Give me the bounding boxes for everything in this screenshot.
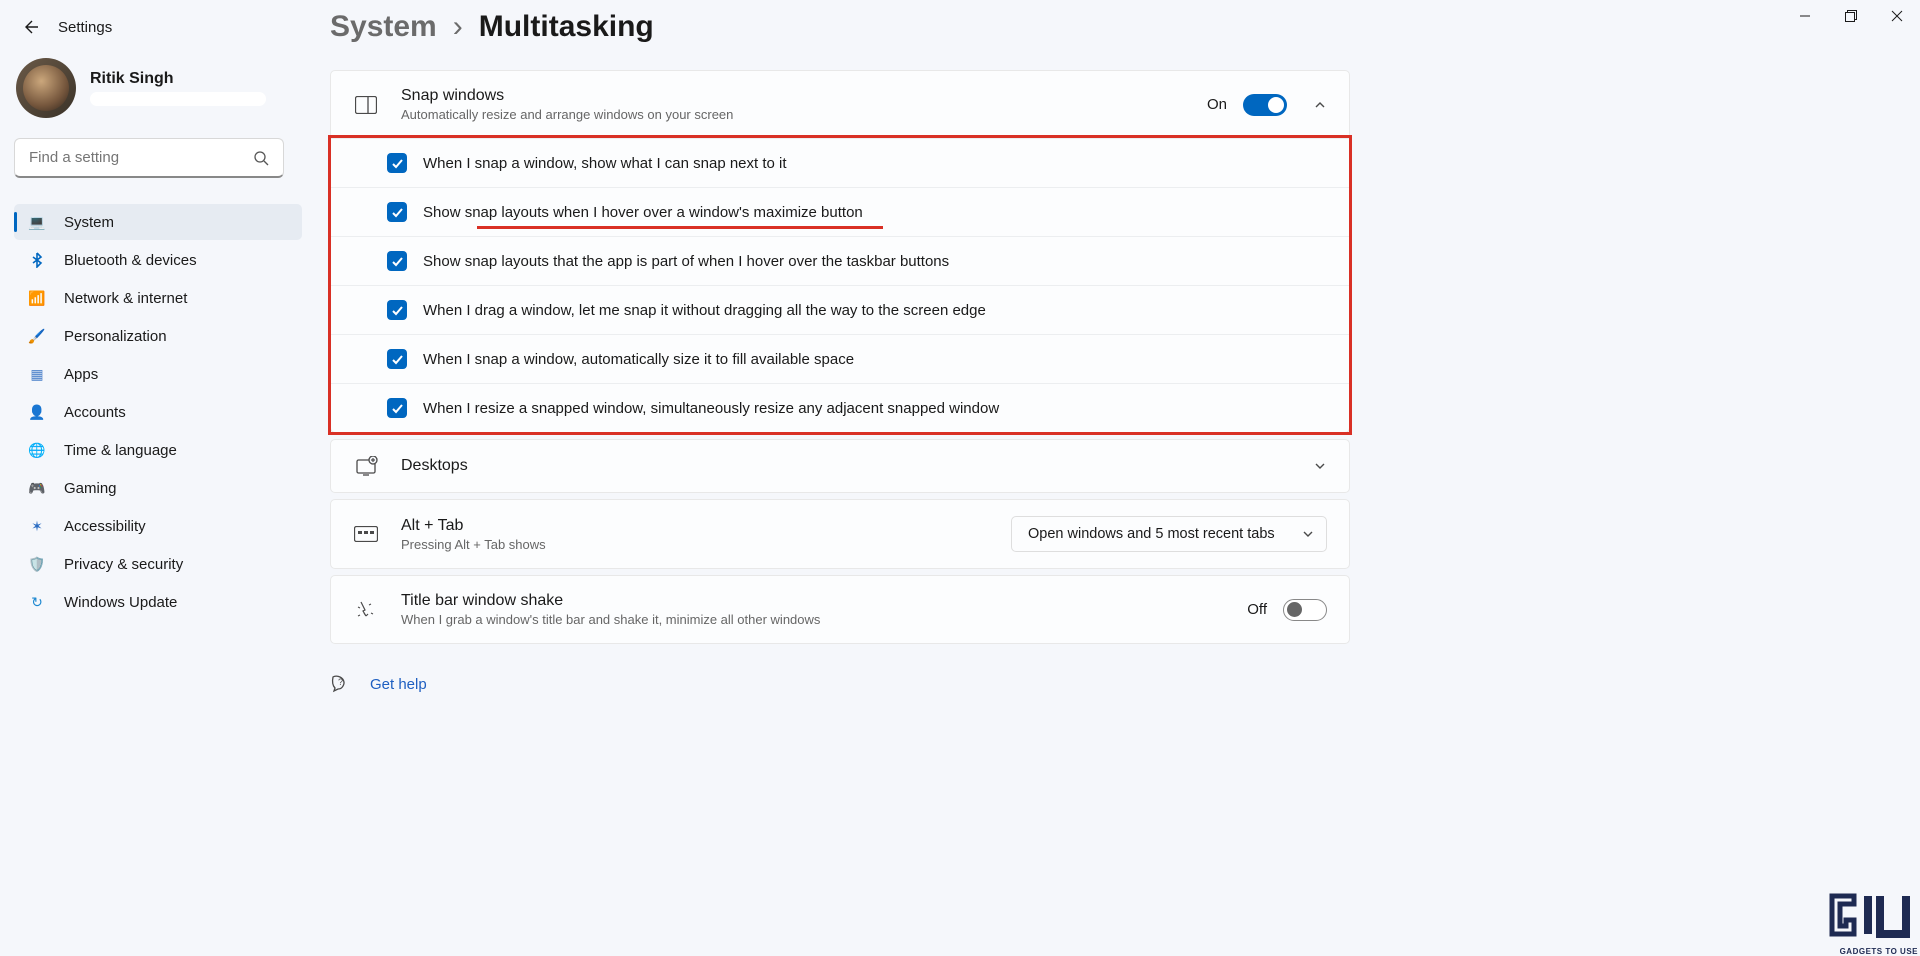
snap-option-label: When I drag a window, let me snap it wit… [423, 302, 986, 319]
watermark-logo: GADGETS TO USE [1826, 890, 1918, 956]
breadcrumb-current: Multitasking [479, 10, 654, 44]
sidebar-item-accessibility[interactable]: ✶ Accessibility [14, 508, 302, 544]
chevron-down-icon[interactable] [1313, 459, 1327, 473]
alt-tab-select[interactable]: Open windows and 5 most recent tabs [1011, 516, 1327, 552]
snap-option-label: Show snap layouts that the app is part o… [423, 253, 949, 270]
nav-icon: 📶 [28, 289, 46, 307]
nav-label: Bluetooth & devices [64, 252, 197, 269]
user-email-redacted [90, 92, 266, 106]
app-title: Settings [58, 19, 112, 36]
desktops-card[interactable]: Desktops [330, 439, 1350, 493]
checkbox[interactable] [387, 153, 407, 173]
snap-icon [353, 96, 379, 114]
nav-icon: 👤 [28, 403, 46, 421]
sidebar-item-system[interactable]: 💻 System [14, 204, 302, 240]
sidebar-item-windows-update[interactable]: ↻ Windows Update [14, 584, 302, 620]
shake-title: Title bar window shake [401, 592, 1247, 610]
chevron-up-icon[interactable] [1313, 98, 1327, 112]
search-icon [253, 150, 269, 166]
checkbox[interactable] [387, 349, 407, 369]
sidebar-item-privacy-security[interactable]: 🛡️ Privacy & security [14, 546, 302, 582]
nav-icon: 🌐 [28, 441, 46, 459]
checkbox[interactable] [387, 300, 407, 320]
shake-toggle-label: Off [1247, 601, 1267, 618]
snap-subtitle: Automatically resize and arrange windows… [401, 107, 1207, 122]
snap-option-row[interactable]: Show snap layouts that the app is part o… [331, 236, 1349, 285]
nav-label: Apps [64, 366, 98, 383]
back-button[interactable] [20, 17, 40, 37]
snap-toggle[interactable] [1243, 94, 1287, 116]
sidebar-item-network-internet[interactable]: 📶 Network & internet [14, 280, 302, 316]
sidebar-item-personalization[interactable]: 🖌️ Personalization [14, 318, 302, 354]
snap-option-row[interactable]: When I snap a window, automatically size… [331, 334, 1349, 383]
checkbox[interactable] [387, 398, 407, 418]
window-shake-card: Title bar window shake When I grab a win… [330, 575, 1350, 644]
nav-icon: ↻ [28, 593, 46, 611]
nav-icon: 🖌️ [28, 327, 46, 345]
desktops-icon [353, 456, 379, 476]
nav-label: Accessibility [64, 518, 146, 535]
snap-toggle-label: On [1207, 96, 1227, 113]
snap-option-label: Show snap layouts when I hover over a wi… [423, 204, 863, 221]
get-help-link[interactable]: Get help [370, 676, 427, 693]
snap-windows-card: Snap windows Automatically resize and ar… [330, 70, 1350, 433]
nav-label: Time & language [64, 442, 177, 459]
sidebar-item-accounts[interactable]: 👤 Accounts [14, 394, 302, 430]
alt-tab-select-value: Open windows and 5 most recent tabs [1028, 526, 1275, 542]
snap-option-row[interactable]: When I resize a snapped window, simultan… [331, 383, 1349, 432]
nav-icon: 💻 [28, 213, 46, 231]
nav-label: System [64, 214, 114, 231]
search-box[interactable] [14, 138, 284, 178]
user-block[interactable]: Ritik Singh [14, 58, 302, 118]
nav-icon: 🎮 [28, 479, 46, 497]
nav-label: Personalization [64, 328, 167, 345]
search-input[interactable] [29, 149, 253, 166]
nav-label: Gaming [64, 480, 117, 497]
snap-option-row[interactable]: When I snap a window, show what I can sn… [331, 138, 1349, 187]
nav-icon: ▦ [28, 365, 46, 383]
nav-icon: 🛡️ [28, 555, 46, 573]
snap-option-row[interactable]: Show snap layouts when I hover over a wi… [331, 187, 1349, 236]
checkbox[interactable] [387, 202, 407, 222]
sidebar-item-gaming[interactable]: 🎮 Gaming [14, 470, 302, 506]
sidebar-item-time-language[interactable]: 🌐 Time & language [14, 432, 302, 468]
shake-toggle[interactable] [1283, 599, 1327, 621]
alt-tab-card: Alt + Tab Pressing Alt + Tab shows Open … [330, 499, 1350, 569]
shake-icon [353, 599, 379, 621]
user-name: Ritik Singh [90, 70, 266, 88]
alt-tab-title: Alt + Tab [401, 517, 1011, 535]
nav-icon: ✶ [28, 517, 46, 535]
snap-option-label: When I snap a window, show what I can sn… [423, 155, 787, 172]
nav-label: Network & internet [64, 290, 187, 307]
avatar [16, 58, 76, 118]
snap-option-label: When I snap a window, automatically size… [423, 351, 854, 368]
chevron-down-icon [1302, 528, 1314, 540]
shake-subtitle: When I grab a window's title bar and sha… [401, 612, 1247, 627]
sidebar-item-bluetooth-devices[interactable]: Bluetooth & devices [14, 242, 302, 278]
breadcrumb-separator: › [453, 10, 463, 44]
alt-tab-icon [353, 526, 379, 542]
help-icon: ? [330, 674, 350, 694]
nav-icon [28, 251, 46, 269]
svg-text:?: ? [338, 677, 343, 687]
checkbox[interactable] [387, 251, 407, 271]
highlighted-options: When I snap a window, show what I can sn… [328, 135, 1352, 435]
breadcrumb-parent[interactable]: System [330, 10, 437, 44]
nav-label: Privacy & security [64, 556, 183, 573]
alt-tab-subtitle: Pressing Alt + Tab shows [401, 537, 1011, 552]
snap-title: Snap windows [401, 87, 1207, 105]
snap-option-label: When I resize a snapped window, simultan… [423, 400, 999, 417]
sidebar-item-apps[interactable]: ▦ Apps [14, 356, 302, 392]
snap-option-row[interactable]: When I drag a window, let me snap it wit… [331, 285, 1349, 334]
desktops-title: Desktops [401, 457, 1303, 475]
nav-label: Windows Update [64, 594, 177, 611]
nav-label: Accounts [64, 404, 126, 421]
snap-windows-header[interactable]: Snap windows Automatically resize and ar… [331, 71, 1349, 138]
breadcrumb: System › Multitasking [330, 10, 1900, 44]
